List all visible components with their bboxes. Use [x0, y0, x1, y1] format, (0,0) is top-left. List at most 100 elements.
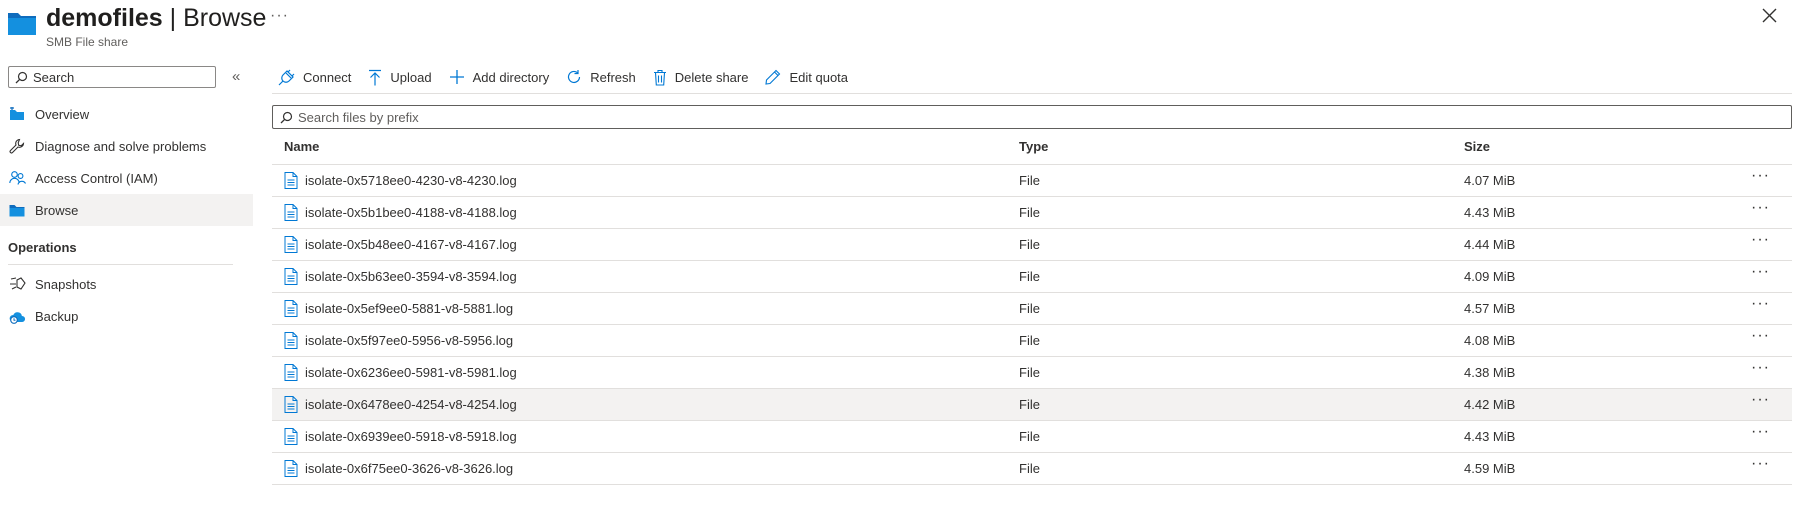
delete-share-button[interactable]: Delete share	[653, 69, 749, 86]
file-name[interactable]: isolate-0x5b48ee0-4167-v8-4167.log	[305, 237, 517, 252]
file-name[interactable]: isolate-0x6f75ee0-3626-v8-3626.log	[305, 461, 513, 476]
upload-icon	[368, 69, 382, 86]
file-icon	[284, 236, 298, 253]
file-icon	[284, 364, 298, 381]
file-name[interactable]: isolate-0x5718ee0-4230-v8-4230.log	[305, 173, 517, 188]
file-search[interactable]	[272, 105, 1792, 129]
column-header-name[interactable]: Name	[284, 139, 319, 154]
connect-label: Connect	[303, 69, 352, 85]
file-search-input[interactable]	[298, 107, 1778, 127]
file-icon	[284, 332, 298, 349]
sidebar-item-diagnose[interactable]: Diagnose and solve problems	[0, 130, 253, 162]
sidebar-item-backup[interactable]: Backup	[0, 300, 253, 332]
file-icon	[284, 460, 298, 477]
file-icon	[284, 300, 298, 317]
table-row[interactable]: isolate-0x5f97ee0-5956-v8-5956.log File …	[272, 325, 1792, 357]
table-row[interactable]: isolate-0x6939ee0-5918-v8-5918.log File …	[272, 421, 1792, 453]
file-type: File	[1019, 397, 1040, 412]
file-name[interactable]: isolate-0x6236ee0-5981-v8-5981.log	[305, 365, 517, 380]
file-size: 4.09 MiB	[1464, 269, 1516, 284]
row-more-button[interactable]: ···	[1751, 231, 1770, 249]
section-heading-operations: Operations	[8, 240, 77, 255]
file-size: 4.59 MiB	[1464, 461, 1516, 476]
table-row[interactable]: isolate-0x5b48ee0-4167-v8-4167.log File …	[272, 229, 1792, 261]
row-more-button[interactable]: ···	[1751, 295, 1770, 313]
file-icon	[284, 204, 298, 221]
table-row[interactable]: isolate-0x6236ee0-5981-v8-5981.log File …	[272, 357, 1792, 389]
file-type: File	[1019, 461, 1040, 476]
file-type: File	[1019, 365, 1040, 380]
file-size: 4.43 MiB	[1464, 429, 1516, 444]
sidebar-search[interactable]	[8, 66, 216, 88]
command-bar: Connect Upload Add directory Refresh Del…	[278, 66, 865, 88]
plug-icon	[278, 69, 295, 86]
more-options-button[interactable]: ···	[270, 7, 289, 25]
file-name[interactable]: isolate-0x6939ee0-5918-v8-5918.log	[305, 429, 517, 444]
sidebar-item-label: Snapshots	[35, 276, 97, 292]
table-row[interactable]: isolate-0x5ef9ee0-5881-v8-5881.log File …	[272, 293, 1792, 325]
file-icon	[284, 428, 298, 445]
file-type: File	[1019, 429, 1040, 444]
edit-quota-button[interactable]: Edit quota	[765, 69, 848, 85]
refresh-button[interactable]: Refresh	[566, 69, 636, 85]
row-more-button[interactable]: ···	[1751, 455, 1770, 473]
column-header-size[interactable]: Size	[1464, 139, 1490, 154]
file-size: 4.42 MiB	[1464, 397, 1516, 412]
file-size: 4.44 MiB	[1464, 237, 1516, 252]
pencil-icon	[765, 69, 781, 85]
table-row[interactable]: isolate-0x6f75ee0-3626-v8-3626.log File …	[272, 453, 1792, 485]
cloud-backup-icon	[8, 307, 26, 325]
file-name[interactable]: isolate-0x5b63ee0-3594-v8-3594.log	[305, 269, 517, 284]
delete-share-label: Delete share	[674, 69, 749, 85]
sidebar-item-snapshots[interactable]: Snapshots	[0, 268, 253, 300]
close-button[interactable]	[1762, 8, 1777, 23]
refresh-icon	[566, 69, 582, 85]
add-directory-label: Add directory	[472, 69, 550, 85]
folder-icon	[8, 201, 26, 219]
table-row[interactable]: isolate-0x5b63ee0-3594-v8-3594.log File …	[272, 261, 1792, 293]
page-title-resource: demofiles	[46, 4, 163, 32]
row-more-button[interactable]: ···	[1751, 199, 1770, 217]
row-more-button[interactable]: ···	[1751, 359, 1770, 377]
collapse-sidebar-button[interactable]: «	[232, 68, 240, 85]
page-subtitle: SMB File share	[46, 35, 129, 49]
page-title-section: | Browse	[162, 4, 267, 32]
file-share-icon	[7, 9, 37, 37]
file-type: File	[1019, 237, 1040, 252]
edit-quota-label: Edit quota	[789, 69, 849, 85]
sidebar-item-label: Browse	[35, 202, 79, 218]
people-icon	[8, 169, 26, 187]
file-name[interactable]: isolate-0x5b1bee0-4188-v8-4188.log	[305, 205, 517, 220]
row-more-button[interactable]: ···	[1751, 263, 1770, 281]
row-more-button[interactable]: ···	[1751, 391, 1770, 409]
file-type: File	[1019, 173, 1040, 188]
search-icon	[280, 111, 293, 124]
sidebar-item-overview[interactable]: Overview	[0, 98, 253, 130]
sidebar-item-label: Backup	[35, 308, 79, 324]
file-size: 4.38 MiB	[1464, 365, 1516, 380]
connect-button[interactable]: Connect	[278, 69, 351, 86]
add-directory-button[interactable]: Add directory	[449, 69, 550, 85]
sidebar-item-access-control[interactable]: Access Control (IAM)	[0, 162, 253, 194]
refresh-label: Refresh	[590, 69, 636, 85]
table-row[interactable]: isolate-0x5718ee0-4230-v8-4230.log File …	[272, 165, 1792, 197]
row-more-button[interactable]: ···	[1751, 167, 1770, 185]
sidebar-search-input[interactable]	[33, 67, 213, 87]
table-row-highlighted[interactable]: isolate-0x6478ee0-4254-v8-4254.log File …	[272, 389, 1792, 421]
file-name[interactable]: isolate-0x6478ee0-4254-v8-4254.log	[305, 397, 517, 412]
file-size: 4.07 MiB	[1464, 173, 1516, 188]
search-icon	[15, 71, 28, 84]
row-more-button[interactable]: ···	[1751, 423, 1770, 441]
column-header-type[interactable]: Type	[1019, 139, 1048, 154]
file-name[interactable]: isolate-0x5ef9ee0-5881-v8-5881.log	[305, 301, 513, 316]
row-more-button[interactable]: ···	[1751, 327, 1770, 345]
file-type: File	[1019, 269, 1040, 284]
sidebar-item-browse[interactable]: Browse	[0, 194, 253, 226]
file-type: File	[1019, 205, 1040, 220]
section-divider	[8, 264, 233, 265]
upload-button[interactable]: Upload	[368, 69, 432, 86]
file-name[interactable]: isolate-0x5f97ee0-5956-v8-5956.log	[305, 333, 513, 348]
table-row[interactable]: isolate-0x5b1bee0-4188-v8-4188.log File …	[272, 197, 1792, 229]
file-icon	[284, 396, 298, 413]
wrench-icon	[8, 137, 26, 155]
